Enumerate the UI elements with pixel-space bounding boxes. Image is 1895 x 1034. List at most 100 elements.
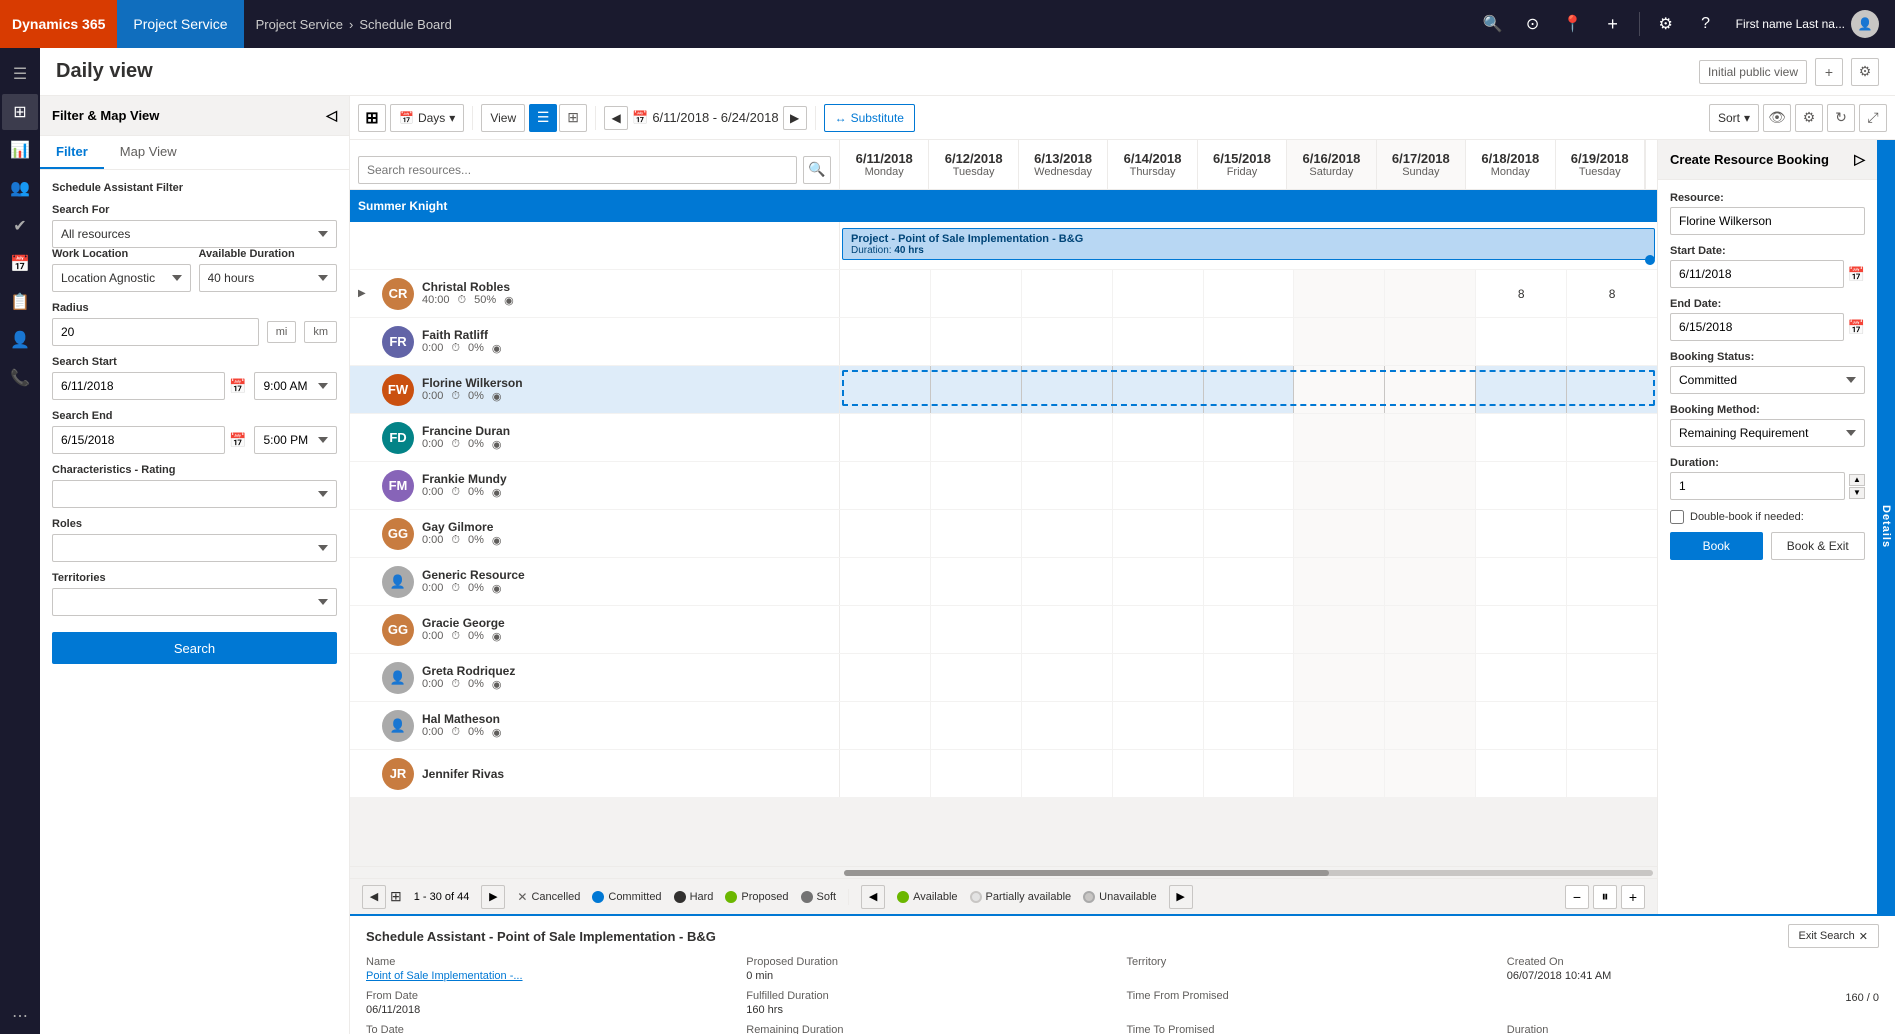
filter-collapse-icon[interactable]: ◁ xyxy=(326,107,337,124)
end-date-input[interactable] xyxy=(1670,313,1844,341)
settings-icon[interactable]: ⚙ xyxy=(1648,6,1684,42)
page-prev-arrow[interactable]: ◀ xyxy=(362,885,386,909)
resource-cell-hal[interactable]: 👤 Hal Matheson 0:00 ⏱ 0% ◉ xyxy=(350,702,840,749)
search-start-date[interactable] xyxy=(52,372,225,400)
sidebar-more-icon[interactable]: ⋯ xyxy=(2,998,38,1034)
search-for-select[interactable]: All resources xyxy=(52,220,337,248)
search-end-date[interactable] xyxy=(52,426,225,454)
settings-board-icon[interactable]: ⚙ xyxy=(1795,104,1823,132)
resource-cell-generic[interactable]: 👤 Generic Resource 0:00 ⏱ 0% ◉ xyxy=(350,558,840,605)
book-exit-btn[interactable]: Book & Exit xyxy=(1771,532,1866,560)
work-location-select[interactable]: Location Agnostic xyxy=(52,264,191,292)
substitute-btn[interactable]: ↔ Substitute xyxy=(824,104,915,132)
search-start-calendar-icon[interactable]: 📅 xyxy=(229,378,246,395)
search-button[interactable]: Search xyxy=(52,632,337,664)
resource-input[interactable] xyxy=(1670,207,1865,235)
add-view-btn[interactable]: + xyxy=(1815,58,1843,86)
sidebar-menu-icon[interactable]: ☰ xyxy=(2,56,38,92)
characteristics-select[interactable] xyxy=(52,480,337,508)
refresh-icon[interactable]: ↻ xyxy=(1827,104,1855,132)
fullscreen-icon[interactable]: ⤢ xyxy=(1859,104,1887,132)
book-btn[interactable]: Book xyxy=(1670,532,1763,560)
grid-view-icon[interactable]: ⊞ xyxy=(559,104,587,132)
booking-drag-handle[interactable] xyxy=(1645,255,1655,265)
duration-down-btn[interactable]: ▼ xyxy=(1849,487,1865,499)
resource-cell-christal[interactable]: ▶ CR Christal Robles 40:00 ⏱ 50% ◉ xyxy=(350,270,840,317)
module-name[interactable]: Project Service xyxy=(117,0,243,48)
legend-right-arrow[interactable]: ▶ xyxy=(1169,885,1193,909)
sidebar-person-icon[interactable]: 👤 xyxy=(2,322,38,358)
search-end-time[interactable]: 5:00 PM xyxy=(254,426,337,454)
list-view-icon[interactable]: ☰ xyxy=(529,104,557,132)
resource-cell-gracie[interactable]: GG Gracie George 0:00 ⏱ 0% ◉ xyxy=(350,606,840,653)
filter-tabs: Filter Map View xyxy=(40,136,349,170)
sidebar-home-icon[interactable]: ⊞ xyxy=(2,94,38,130)
resource-search-btn[interactable]: 🔍 xyxy=(803,156,831,184)
resource-cell-faith[interactable]: FR Faith Ratliff 0:00 ⏱ 0% ◉ xyxy=(350,318,840,365)
date-next-btn[interactable]: ▶ xyxy=(783,106,807,130)
sidebar-chart-icon[interactable]: 📊 xyxy=(2,132,38,168)
user-profile[interactable]: First name Last na... 👤 xyxy=(1728,10,1887,38)
sort-btn[interactable]: Sort ▾ xyxy=(1709,104,1759,132)
available-duration-select[interactable]: 40 hours xyxy=(199,264,338,292)
resource-cell-frankie[interactable]: FM Frankie Mundy 0:00 ⏱ 0% ◉ xyxy=(350,462,840,509)
brand-logo[interactable]: Dynamics 365 xyxy=(0,0,117,48)
days-btn[interactable]: 📅 Days ▾ xyxy=(390,104,464,132)
sa-exit-btn[interactable]: Exit Search ✕ xyxy=(1788,924,1879,948)
date-prev-btn[interactable]: ◀ xyxy=(604,106,628,130)
pause-btn[interactable]: ⏸ xyxy=(1593,885,1617,909)
radius-km-btn[interactable]: km xyxy=(304,321,337,343)
view-btn[interactable]: View xyxy=(481,104,525,132)
work-loc-duration-row: Work Location Location Agnostic Availabl… xyxy=(52,248,337,292)
settings-btn[interactable]: ⚙ xyxy=(1851,58,1879,86)
page-next-arrow[interactable]: ▶ xyxy=(481,885,505,909)
booking-panel-expand-icon[interactable]: ▷ xyxy=(1854,151,1865,168)
sidebar-phone-icon[interactable]: 📞 xyxy=(2,360,38,396)
help-icon[interactable]: ? xyxy=(1688,6,1724,42)
double-book-checkbox[interactable] xyxy=(1670,510,1684,524)
start-date-cal-icon[interactable]: 📅 xyxy=(1848,266,1865,283)
sidebar-calendar-icon[interactable]: 📅 xyxy=(2,246,38,282)
duration-up-btn[interactable]: ▲ xyxy=(1849,474,1865,486)
resource-cell-jennifer[interactable]: JR Jennifer Rivas xyxy=(350,750,840,797)
calendar-icon: 📅 xyxy=(399,111,414,125)
sidebar-contacts-icon[interactable]: 👥 xyxy=(2,170,38,206)
booking-status-select[interactable]: Committed xyxy=(1670,366,1865,394)
resource-cell-gay[interactable]: GG Gay Gilmore 0:00 ⏱ 0% ◉ xyxy=(350,510,840,557)
sidebar-tasks-icon[interactable]: ✔ xyxy=(2,208,38,244)
eye-icon[interactable]: 👁 xyxy=(1763,104,1791,132)
location-icon[interactable]: 📍 xyxy=(1555,6,1591,42)
search-end-calendar-icon[interactable]: 📅 xyxy=(229,432,246,449)
start-date-input[interactable] xyxy=(1670,260,1844,288)
filter-tab-filter[interactable]: Filter xyxy=(40,136,104,169)
end-date-cal-icon[interactable]: 📅 xyxy=(1848,319,1865,336)
booking-panel-body: Resource: Start Date: 📅 End Date: xyxy=(1658,180,1877,914)
filter-tab-map[interactable]: Map View xyxy=(104,136,193,169)
legend-left-arrow[interactable]: ◀ xyxy=(861,885,885,909)
resource-search-input[interactable] xyxy=(358,156,797,184)
radius-mi-btn[interactable]: mi xyxy=(267,321,297,343)
resource-cell-francine[interactable]: FD Francine Duran 0:00 ⏱ 0% ◉ xyxy=(350,414,840,461)
zoom-in-btn[interactable]: + xyxy=(1621,885,1645,909)
roles-select[interactable] xyxy=(52,534,337,562)
booking-method-select[interactable]: Remaining Requirement xyxy=(1670,419,1865,447)
territories-select[interactable] xyxy=(52,588,337,616)
resource-cell-greta[interactable]: 👤 Greta Rodriquez 0:00 ⏱ 0% ◉ xyxy=(350,654,840,701)
target-icon[interactable]: ⊙ xyxy=(1515,6,1551,42)
expand-board-btn[interactable]: ⊞ xyxy=(358,104,386,132)
details-tab[interactable]: Details xyxy=(1877,140,1895,914)
duration-input[interactable] xyxy=(1670,472,1845,500)
search-start-time[interactable]: 9:00 AM xyxy=(254,372,337,400)
sa-name-value[interactable]: Point of Sale Implementation -... xyxy=(366,970,738,982)
zoom-out-btn[interactable]: − xyxy=(1565,885,1589,909)
sidebar-reports-icon[interactable]: 📋 xyxy=(2,284,38,320)
add-icon[interactable]: + xyxy=(1595,6,1631,42)
project-booking-bar[interactable]: Project - Point of Sale Implementation -… xyxy=(842,228,1655,260)
scrollbar-thumb[interactable] xyxy=(844,870,1329,876)
cal-header-6: 6/17/2018 Sunday xyxy=(1377,140,1466,189)
radius-input[interactable] xyxy=(52,318,259,346)
horizontal-scrollbar[interactable] xyxy=(350,866,1657,878)
search-icon[interactable]: 🔍 xyxy=(1475,6,1511,42)
resource-cell-florine[interactable]: FW Florine Wilkerson 0:00 ⏱ 0% ◉ xyxy=(350,366,840,413)
scrollbar-track[interactable] xyxy=(844,870,1653,876)
